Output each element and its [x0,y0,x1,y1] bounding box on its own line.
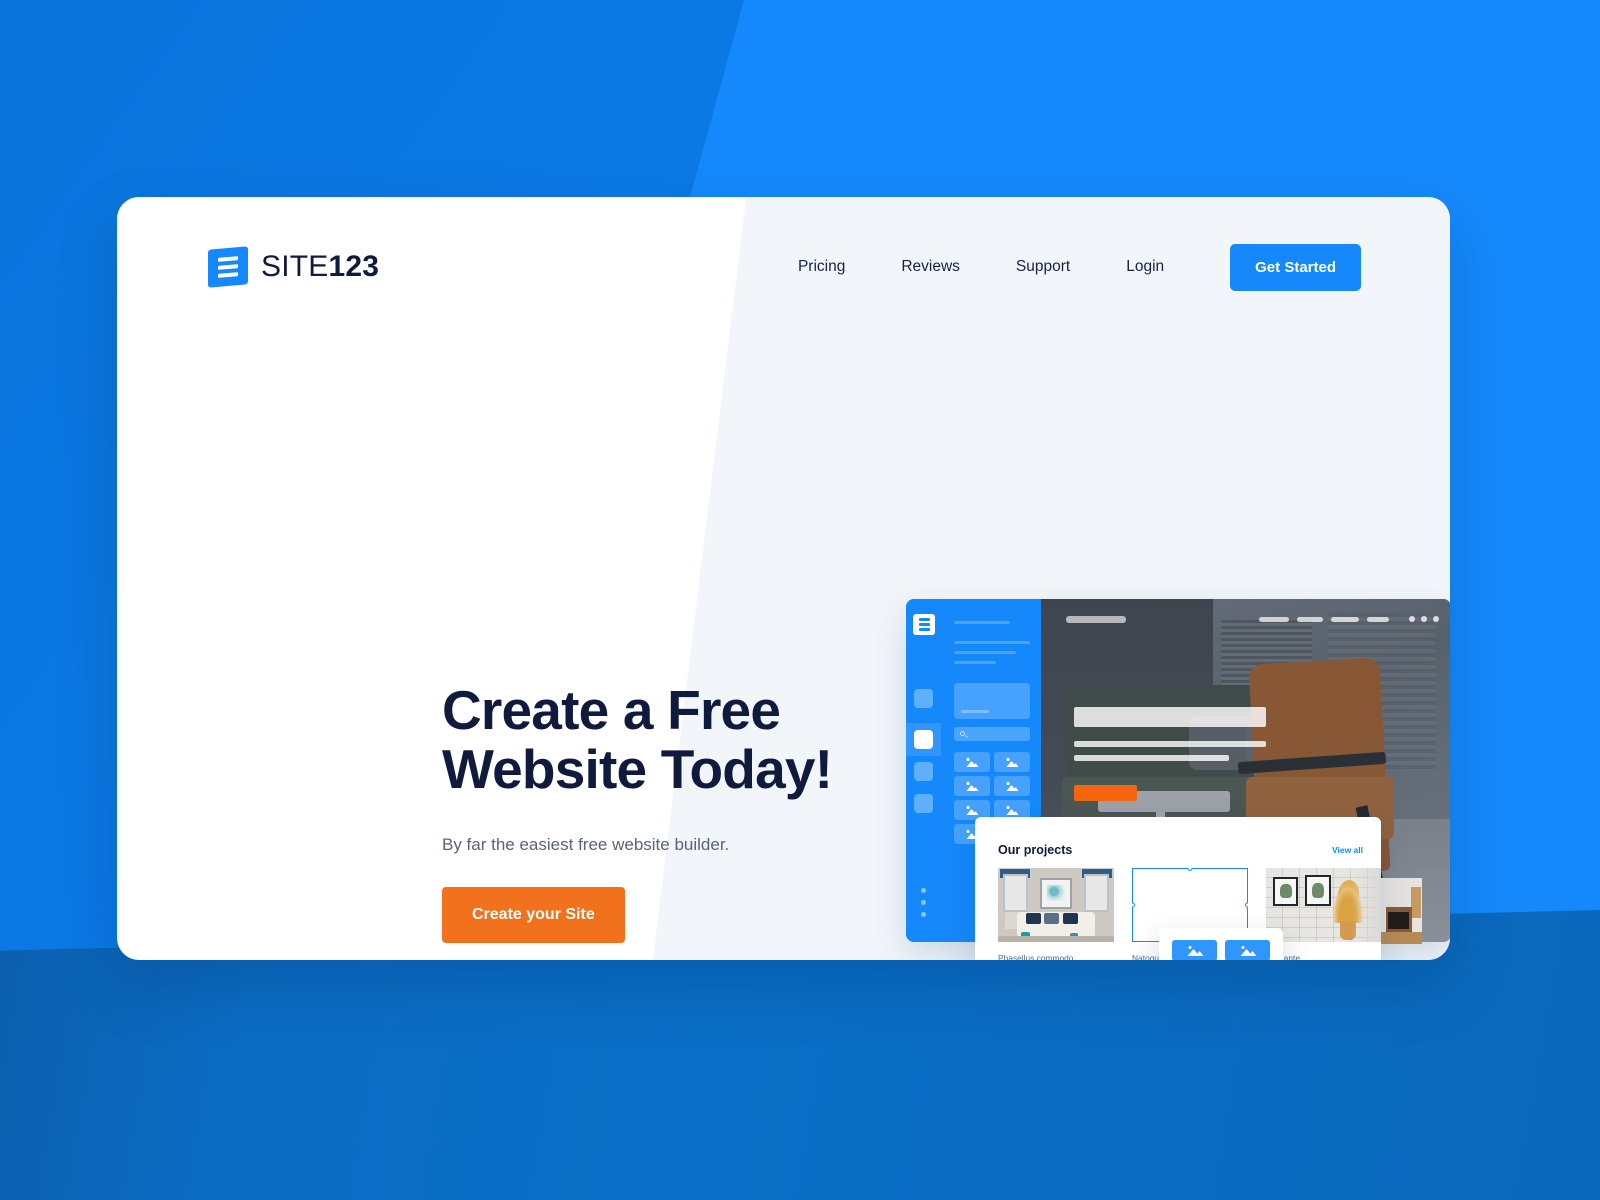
headline-line-1: Create a Free [442,679,781,741]
sidebar-icon-1[interactable] [914,689,933,708]
selection-handle-top[interactable] [1187,868,1193,871]
sidebar-icon-2[interactable] [914,730,933,749]
preview-nav-placeholder[interactable] [1259,617,1289,622]
sidebar-icon-3[interactable] [914,762,933,781]
search-input[interactable] [954,727,1030,741]
logo-text-bold: 123 [328,250,380,283]
project-caption: ctus ante [1266,953,1300,960]
panel-text-line [954,641,1030,644]
logo-text-light: SITE [261,250,329,283]
projects-header: Our projects View all [998,843,1363,857]
nav-item-login[interactable]: Login [1098,258,1192,276]
choose-image-tile[interactable] [1225,940,1270,960]
panel-text-line [954,651,1016,654]
nav-item-pricing[interactable]: Pricing [770,258,873,276]
selection-handle-right[interactable] [1245,902,1248,908]
project-caption: Phasellus commodo [998,953,1074,960]
image-thumbnail[interactable] [994,752,1030,772]
site-header: SITE123 Pricing Reviews Support Login Ge… [117,197,1450,337]
preview-subtext-placeholder [1074,741,1266,747]
preview-cta-placeholder[interactable] [1074,785,1137,801]
hero-subtitle: By far the easiest free website builder. [442,834,730,854]
preview-nav-placeholder[interactable] [1367,617,1389,622]
headline-line-2: Website Today! [442,737,833,800]
builder-sidebar [906,599,941,942]
main-nav: Pricing Reviews Support Login Get Starte… [770,243,1361,291]
image-placeholder-icon [966,805,979,815]
choose-image-tile[interactable] [1172,940,1217,960]
image-placeholder-icon [966,757,979,767]
gallery-thumbnail-fireplace [1380,878,1422,944]
choose-image-grid [1172,940,1270,960]
preview-heading-placeholder [1074,707,1266,727]
panel-text-line [954,621,1010,624]
nav-item-reviews[interactable]: Reviews [873,258,988,276]
create-your-site-button[interactable]: Create your Site [442,886,625,943]
search-icon [960,731,965,736]
logo-text: SITE123 [261,250,379,284]
panel-preview-underline [961,710,989,713]
page-title: Create a Free Website Today! [442,681,902,799]
preview-logo-placeholder [1066,616,1126,623]
sidebar-icon-4[interactable] [914,794,933,813]
project-thumbnail-brick-wall[interactable] [1266,868,1381,942]
site123-logo-icon [913,614,935,635]
more-dots-icon[interactable] [921,888,926,924]
image-placeholder-icon [1239,945,1256,957]
page-card: SITE123 Pricing Reviews Support Login Ge… [117,197,1450,960]
more-dots-icon[interactable] [1409,616,1439,622]
project-item[interactable]: Phasellus commodo [998,868,1114,960]
project-thumbnail-living-room[interactable] [998,868,1114,942]
project-item[interactable]: ctus ante [1266,868,1381,960]
panel-text-line [954,661,996,664]
image-thumbnail[interactable] [954,776,990,796]
image-placeholder-icon [1006,805,1019,815]
projects-title: Our projects [998,843,1073,857]
image-placeholder-icon [1186,945,1203,957]
panel-preview-card[interactable] [954,683,1030,719]
selection-handle-left[interactable] [1132,902,1135,908]
preview-nav-placeholder[interactable] [1297,617,1323,622]
image-placeholder-icon [1006,757,1019,767]
image-thumbnail[interactable] [954,752,990,772]
preview-nav-placeholder[interactable] [1331,617,1359,622]
image-placeholder-icon [966,781,979,791]
preview-subtext-placeholder [1074,755,1229,761]
logo[interactable]: SITE123 [208,246,379,288]
get-started-button[interactable]: Get Started [1230,243,1361,291]
preview-topbar [1041,599,1450,639]
site123-logo-icon [208,246,248,288]
hero-section: Create a Free Website Today! By far the … [442,681,902,943]
image-thumbnail[interactable] [994,776,1030,796]
choose-image-popup: Choose image [1159,928,1283,960]
nav-item-support[interactable]: Support [988,258,1098,276]
view-all-link[interactable]: View all [1332,845,1363,855]
image-placeholder-icon [1006,781,1019,791]
